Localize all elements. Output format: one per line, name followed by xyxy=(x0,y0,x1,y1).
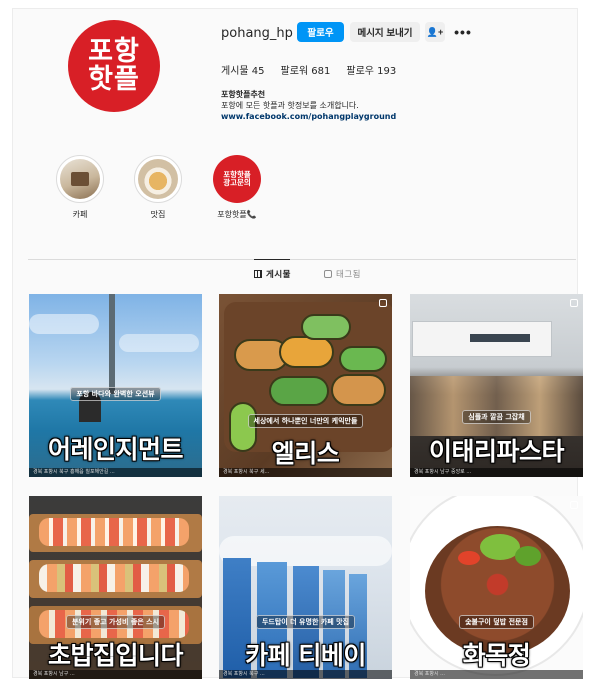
post-tile[interactable]: 숯불구이 덮밥 전문점 화목정 경북 포항시 ... xyxy=(410,496,583,679)
followers-count[interactable]: 팔로워 681 xyxy=(281,62,331,77)
post-tile[interactable]: 포항 바다와 완벽한 오션뷰 어레인지먼트 경북 포항시 북구 흥해읍 칠포해안… xyxy=(29,294,202,477)
post-tile[interactable]: 세상에서 하나뿐인 너만의 케익만들 엘리스 경북 포항시 북구 세... xyxy=(219,294,392,477)
tab-label: 태그됨 xyxy=(336,270,361,280)
post-subtitle: 두드탑이 더 유명한 카페 맛집 xyxy=(255,615,356,629)
tab-label: 게시물 xyxy=(266,270,291,280)
follow-button[interactable]: 팔로우 xyxy=(297,22,344,42)
profile-avatar[interactable]: 포항 핫플 xyxy=(68,20,160,112)
post-tile[interactable]: 분위기 좋고 가성비 좋은 스시 초밥집입니다 경북 포항시 남구 ... xyxy=(29,496,202,679)
active-tab-indicator xyxy=(254,259,290,260)
grid-icon xyxy=(254,270,262,278)
profile-stats: 게시물 45 팔로워 681 팔로우 193 xyxy=(221,62,396,77)
add-user-icon: 👤+ xyxy=(426,26,444,37)
more-options-button[interactable]: ••• xyxy=(452,22,474,42)
highlight-cafe[interactable]: 카페 xyxy=(52,155,108,220)
carousel-icon xyxy=(570,299,578,307)
carousel-icon xyxy=(379,299,387,307)
post-subtitle: 분위기 좋고 가성비 좋은 스시 xyxy=(65,615,166,629)
carousel-icon xyxy=(570,501,578,509)
post-title: 카페 티베이 xyxy=(245,641,366,670)
post-title: 이태리파스타 xyxy=(428,437,565,466)
highlight-label: 카페 xyxy=(72,210,88,219)
post-subtitle: 심플과 깔끔 그잡채 xyxy=(462,410,531,424)
avatar-text-line2: 핫플 xyxy=(88,64,140,95)
username: pohang_hp xyxy=(221,26,293,41)
message-button[interactable]: 메시지 보내기 xyxy=(350,22,420,42)
post-title: 화목정 xyxy=(462,641,531,670)
highlight-food[interactable]: 맛집 xyxy=(130,155,186,220)
posts-count: 게시물 45 xyxy=(221,66,265,77)
post-subtitle: 포항 바다와 완벽한 오션뷰 xyxy=(70,387,161,401)
tab-posts[interactable]: 게시물 xyxy=(254,268,291,280)
post-subtitle: 숯불구이 덮밥 전문점 xyxy=(459,615,534,629)
post-footer: 경북 포항시 ... xyxy=(410,670,583,679)
bio-name: 포항핫플추천 xyxy=(221,90,266,99)
bio-description: 포항에 모든 핫플과 핫정보를 소개합니다. xyxy=(221,101,359,110)
food-thumb-icon xyxy=(138,159,178,199)
cafe-thumb-icon xyxy=(60,159,100,199)
post-footer: 경북 포항시 북구 흥해읍 칠포해안길 ... xyxy=(29,468,202,477)
post-footer: 경북 포항시 북구 세... xyxy=(219,468,392,477)
profile-bio: 포항핫플추천 포항에 모든 핫플과 핫정보를 소개합니다. www.facebo… xyxy=(221,89,396,122)
post-tile[interactable]: 심플과 깔끔 그잡채 이태리파스타 경북 포항시 남구 중앙로 ... xyxy=(410,294,583,477)
post-title: 어레인지먼트 xyxy=(47,435,184,464)
ad-thumb-icon: 포항핫플 광고문의 xyxy=(213,155,261,203)
post-tile[interactable]: 두드탑이 더 유명한 카페 맛집 카페 티베이 경북 포항시 북구 ... xyxy=(219,496,392,679)
highlight-ad[interactable]: 포항핫플 광고문의 포항핫플📞 xyxy=(209,155,265,220)
avatar-text-line1: 포항 xyxy=(88,35,140,67)
tab-tagged[interactable]: 태그됨 xyxy=(324,268,361,280)
tabs-divider xyxy=(28,259,576,260)
bio-link[interactable]: www.facebook.com/pohangplayground xyxy=(221,111,396,122)
post-title: 엘리스 xyxy=(271,439,340,468)
post-footer: 경북 포항시 남구 중앙로 ... xyxy=(410,468,583,477)
highlight-label: 포항핫플📞 xyxy=(217,210,257,219)
highlight-label: 맛집 xyxy=(150,210,166,219)
suggest-user-button[interactable]: 👤+ xyxy=(425,22,445,42)
post-footer: 경북 포항시 남구 ... xyxy=(29,670,202,679)
more-icon: ••• xyxy=(454,24,472,40)
post-subtitle: 세상에서 하나뿐인 너만의 케익만들 xyxy=(247,414,364,428)
following-count[interactable]: 팔로우 193 xyxy=(346,62,396,77)
post-footer: 경북 포항시 북구 ... xyxy=(219,670,392,679)
tag-icon xyxy=(324,270,332,278)
post-title: 초밥집입니다 xyxy=(47,641,184,670)
